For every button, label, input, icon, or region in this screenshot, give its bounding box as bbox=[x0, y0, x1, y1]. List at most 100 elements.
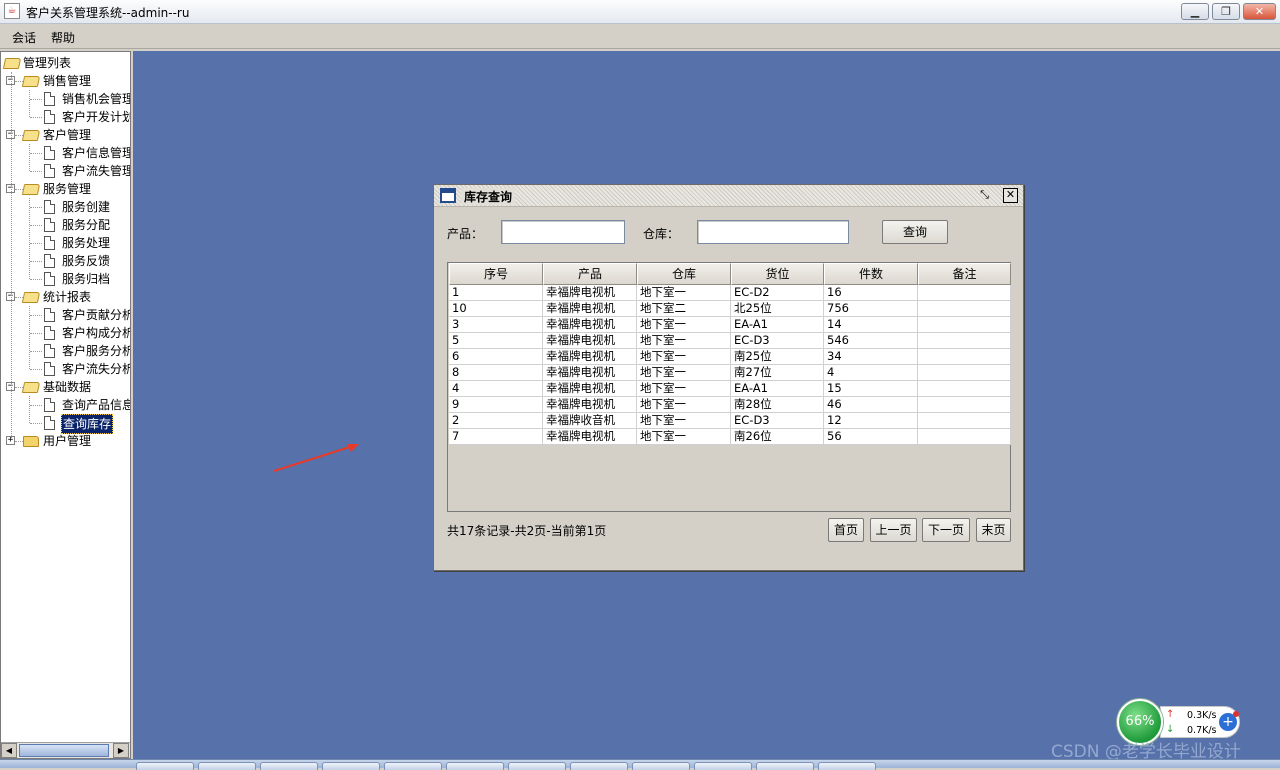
table-row[interactable]: 5 幸福牌电视机 地下室一 EC-D3 546 bbox=[449, 333, 1011, 349]
tree-leaf-4-0[interactable]: 查询产品信息 bbox=[1, 396, 130, 414]
table-row[interactable]: 10 幸福牌电视机 地下室二 北25位 756 bbox=[449, 301, 1011, 317]
tree-leaf-3-0[interactable]: 客户贡献分析 bbox=[1, 306, 130, 324]
close-window-button[interactable]: ✕ bbox=[1243, 3, 1276, 20]
minimize-button[interactable]: ▁ bbox=[1181, 3, 1209, 20]
table-row[interactable]: 7 幸福牌电视机 地下室一 南26位 56 bbox=[449, 429, 1011, 445]
prev-page-button[interactable]: 上一页 bbox=[870, 518, 917, 542]
taskbar-item[interactable] bbox=[446, 762, 504, 770]
tree-root[interactable]: 管理列表 bbox=[1, 54, 130, 72]
scrollbar-thumb[interactable] bbox=[19, 744, 109, 757]
table-cell bbox=[918, 317, 1011, 333]
column-header[interactable]: 产品 bbox=[543, 263, 637, 285]
scroll-right-arrow-icon[interactable]: ▶ bbox=[113, 743, 129, 758]
upload-arrow-icon: ↑ bbox=[1166, 709, 1175, 720]
tree-leaf-2-3[interactable]: 服务反馈 bbox=[1, 252, 130, 270]
table-cell: 4 bbox=[824, 365, 918, 381]
taskbar-item[interactable] bbox=[694, 762, 752, 770]
tree-leaf-2-2[interactable]: 服务处理 bbox=[1, 234, 130, 252]
tree-leaf-2-1[interactable]: 服务分配 bbox=[1, 216, 130, 234]
taskbar-item[interactable] bbox=[384, 762, 442, 770]
tree-group-label: 客户管理 bbox=[43, 128, 92, 142]
taskbar-item[interactable] bbox=[632, 762, 690, 770]
table-cell bbox=[918, 397, 1011, 413]
taskbar-item[interactable] bbox=[756, 762, 814, 770]
tree-leaf-3-3[interactable]: 客户流失分析 bbox=[1, 360, 130, 378]
tree-leaf-0-1[interactable]: 客户开发计划 bbox=[1, 108, 130, 126]
table-body: 1 幸福牌电视机 地下室一 EC-D2 16 10 幸福牌电视机 地下室二 北25位 756 3 幸福… bbox=[449, 285, 1011, 445]
table-row[interactable]: 3 幸福牌电视机 地下室一 EA-A1 14 bbox=[449, 317, 1011, 333]
tree-leaf-3-2[interactable]: 客户服务分析 bbox=[1, 342, 130, 360]
tree-leaf-1-1[interactable]: 客户流失管理 bbox=[1, 162, 130, 180]
folder-open-icon bbox=[21, 292, 41, 303]
column-header[interactable]: 序号 bbox=[449, 263, 543, 285]
taskbar-item[interactable] bbox=[136, 762, 194, 770]
tree-leaf-3-1[interactable]: 客户构成分析 bbox=[1, 324, 130, 342]
tree-leaf-1-0[interactable]: 客户信息管理 bbox=[1, 144, 130, 162]
taskbar-item[interactable] bbox=[818, 762, 876, 770]
column-header[interactable]: 仓库 bbox=[637, 263, 731, 285]
table-cell: 地下室一 bbox=[637, 365, 731, 381]
table-row[interactable]: 6 幸福牌电视机 地下室一 南25位 34 bbox=[449, 349, 1011, 365]
last-page-button[interactable]: 末页 bbox=[976, 518, 1011, 542]
taskbar-item[interactable] bbox=[508, 762, 566, 770]
column-header[interactable]: 货位 bbox=[731, 263, 824, 285]
column-header[interactable]: 备注 bbox=[918, 263, 1011, 285]
table-cell: 南25位 bbox=[731, 349, 824, 365]
tree-leaf-2-4[interactable]: 服务归档 bbox=[1, 270, 130, 288]
inventory-table[interactable]: 序号 产品 仓库 货位 件数 备注 1 幸福牌电视机 地下室一 EC-D2 16 10 幸福牌电视机地… bbox=[447, 262, 1011, 512]
iconify-button[interactable]: ⤡ bbox=[977, 188, 992, 203]
taskbar-item[interactable] bbox=[570, 762, 628, 770]
table-cell: 地下室一 bbox=[637, 429, 731, 445]
table-cell: 2 bbox=[449, 413, 543, 429]
table-cell bbox=[918, 285, 1011, 301]
product-input[interactable] bbox=[501, 220, 625, 244]
taskbar-item[interactable] bbox=[260, 762, 318, 770]
tree-leaf-0-0[interactable]: 销售机会管理 bbox=[1, 90, 130, 108]
table-cell: 南28位 bbox=[731, 397, 824, 413]
table-cell: 12 bbox=[824, 413, 918, 429]
query-button[interactable]: 查询 bbox=[882, 220, 948, 244]
table-cell: 地下室一 bbox=[637, 413, 731, 429]
table-cell: 34 bbox=[824, 349, 918, 365]
tree-group-1[interactable]: − 客户管理 bbox=[1, 126, 130, 144]
tree-group-3[interactable]: − 统计报表 bbox=[1, 288, 130, 306]
table-cell: 地下室一 bbox=[637, 381, 731, 397]
tree-leaf-label: 查询库存 bbox=[61, 414, 114, 434]
restore-button[interactable]: ❐ bbox=[1212, 3, 1240, 20]
table-cell: 5 bbox=[449, 333, 543, 349]
tree-leaf-4-1[interactable]: 查询库存 bbox=[1, 414, 130, 434]
taskbar-item[interactable] bbox=[322, 762, 380, 770]
document-icon bbox=[44, 344, 55, 358]
warehouse-input[interactable] bbox=[697, 220, 849, 244]
tree-group-5[interactable]: + 用户管理 bbox=[1, 432, 130, 450]
table-row[interactable]: 9 幸福牌电视机 地下室一 南28位 46 bbox=[449, 397, 1011, 413]
tree-horizontal-scrollbar[interactable]: ◀ ▶ bbox=[1, 742, 130, 758]
column-header[interactable]: 件数 bbox=[824, 263, 918, 285]
close-frame-button[interactable]: ✕ bbox=[1003, 188, 1018, 203]
iconify-icon: ⤡ bbox=[980, 188, 989, 201]
first-page-button[interactable]: 首页 bbox=[828, 518, 864, 542]
tree-group-4[interactable]: − 基础数据 bbox=[1, 378, 130, 396]
table-row[interactable]: 8 幸福牌电视机 地下室一 南27位 4 bbox=[449, 365, 1011, 381]
next-page-button[interactable]: 下一页 bbox=[922, 518, 970, 542]
table-row[interactable]: 2 幸福牌收音机 地下室一 EC-D3 12 bbox=[449, 413, 1011, 429]
navigation-tree[interactable]: 管理列表 − 销售管理 销售机会管理 客户开发计划 − 客户管理 客户信息管理 客户流失管理 − 服… bbox=[0, 51, 131, 759]
folder-icon bbox=[23, 436, 39, 447]
scroll-left-arrow-icon[interactable]: ◀ bbox=[1, 743, 17, 758]
table-cell: 地下室一 bbox=[637, 349, 731, 365]
table-cell: 8 bbox=[449, 365, 543, 381]
tree-group-0[interactable]: − 销售管理 bbox=[1, 72, 130, 90]
tree-group-2[interactable]: − 服务管理 bbox=[1, 180, 130, 198]
tree-leaf-2-0[interactable]: 服务创建 bbox=[1, 198, 130, 216]
tree-group-label: 基础数据 bbox=[43, 380, 92, 394]
table-row[interactable]: 1 幸福牌电视机 地下室一 EC-D2 16 bbox=[449, 285, 1011, 301]
menu-session[interactable]: 会话 bbox=[10, 29, 38, 46]
inventory-window-title-bar[interactable]: 库存查询 ⤡ ✕ bbox=[434, 185, 1023, 207]
minimize-icon: ▁ bbox=[1190, 5, 1200, 18]
plus-icon[interactable]: + bbox=[1219, 711, 1239, 731]
menu-bar: 会话 帮助 bbox=[0, 25, 1280, 49]
table-row[interactable]: 4 幸福牌电视机 地下室一 EA-A1 15 bbox=[449, 381, 1011, 397]
menu-help[interactable]: 帮助 bbox=[49, 29, 77, 46]
taskbar-item[interactable] bbox=[198, 762, 256, 770]
table-cell: 幸福牌电视机 bbox=[543, 365, 637, 381]
